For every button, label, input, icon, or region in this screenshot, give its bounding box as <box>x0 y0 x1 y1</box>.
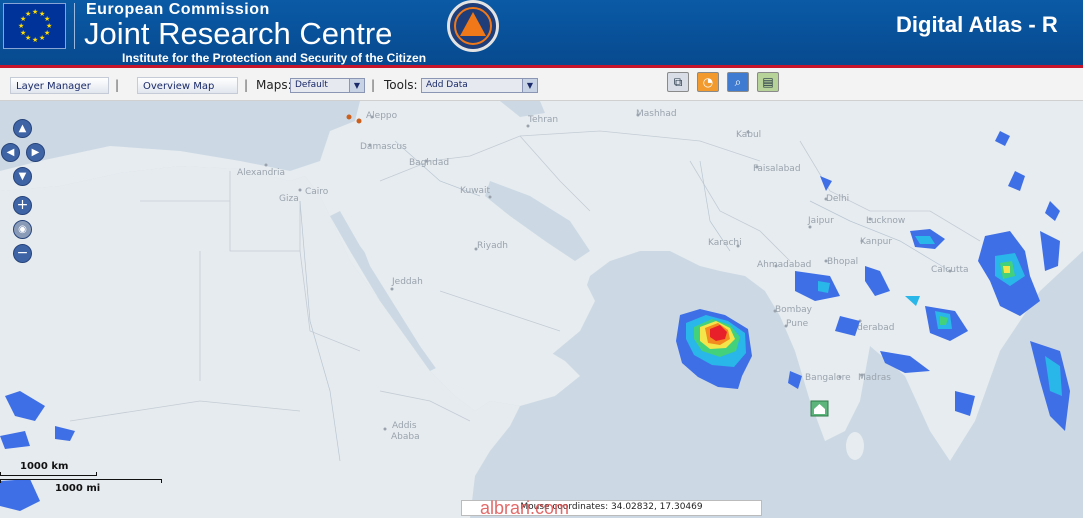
svg-text:Jaipur: Jaipur <box>807 216 834 226</box>
svg-text:Jeddah: Jeddah <box>391 277 423 287</box>
svg-text:Lucknow: Lucknow <box>866 216 905 226</box>
tools-label: Tools: <box>384 78 418 92</box>
overview-map-button[interactable]: Overview Map <box>137 77 238 94</box>
svg-text:Faisalabad: Faisalabad <box>753 164 801 174</box>
pan-right-button[interactable]: ▶ <box>26 143 45 162</box>
scale-mi-label: 1000 mi <box>55 483 101 494</box>
layer-manager-button[interactable]: Layer Manager <box>10 77 109 94</box>
toolbar-separator: | <box>244 78 249 92</box>
toolbar-separator: | <box>371 78 376 92</box>
civil-protection-emblem-icon <box>447 0 499 52</box>
eu-flag-logo: ★ ★ ★ ★ ★ ★ ★ ★ ★ ★ ★ ★ <box>3 3 66 49</box>
maps-label: Maps: <box>256 78 292 92</box>
institute-name: Institute for the Protection and Securit… <box>122 51 427 65</box>
svg-text:Cairo: Cairo <box>305 187 329 197</box>
toolbar-separator: | <box>115 78 120 92</box>
chevron-down-icon: ▼ <box>349 79 364 92</box>
maps-select-value: Default <box>295 80 328 90</box>
svg-text:Karachi: Karachi <box>708 238 742 248</box>
svg-text:Ababa: Ababa <box>391 432 420 442</box>
scale-km-bar <box>0 472 97 476</box>
svg-text:Calcutta: Calcutta <box>931 265 969 275</box>
scale-km-label: 1000 km <box>20 461 69 472</box>
svg-text:Damascus: Damascus <box>360 142 407 152</box>
tools-select[interactable]: Add Data ▼ <box>421 78 538 93</box>
zoom-search-icon[interactable]: ⌕ <box>727 72 749 92</box>
svg-text:Kuwait: Kuwait <box>460 186 491 196</box>
toolbar: Layer Manager | Overview Map | Maps: Def… <box>0 68 1083 101</box>
svg-text:Mashhad: Mashhad <box>636 109 677 119</box>
svg-text:Delhi: Delhi <box>826 194 849 204</box>
map-canvas[interactable]: Aleppo Tehran Mashhad Kabul Faisalabad D… <box>0 101 1083 518</box>
app-title: Digital Atlas - R <box>896 12 1058 37</box>
pan-left-button[interactable]: ◀ <box>1 143 20 162</box>
zoom-in-button[interactable]: + <box>13 196 32 215</box>
svg-text:Addis: Addis <box>392 421 417 431</box>
org-title: Joint Research Centre <box>84 16 393 51</box>
header-banner: ★ ★ ★ ★ ★ ★ ★ ★ ★ ★ ★ ★ European Commission Jo… <box>0 0 1083 68</box>
copy-icon[interactable]: ⧉ <box>667 72 689 92</box>
svg-text:Kabul: Kabul <box>736 130 761 140</box>
tools-select-value: Add Data <box>426 80 468 90</box>
svg-text:Riyadh: Riyadh <box>477 241 508 251</box>
svg-text:Bombay: Bombay <box>775 305 813 315</box>
svg-text:Baghdad: Baghdad <box>409 158 449 168</box>
svg-text:Alexandria: Alexandria <box>237 168 285 178</box>
svg-text:Kanpur: Kanpur <box>860 237 892 247</box>
pan-down-button[interactable]: ▼ <box>13 167 32 186</box>
maps-select[interactable]: Default ▼ <box>290 78 365 93</box>
svg-text:Madras: Madras <box>858 373 891 383</box>
zoom-world-button[interactable]: ◉ <box>13 220 32 239</box>
export-icon[interactable]: ▤ <box>757 72 779 92</box>
pan-up-button[interactable]: ▲ <box>13 119 32 138</box>
watermark: albrari.com <box>480 498 570 518</box>
svg-text:Giza: Giza <box>279 194 299 204</box>
svg-text:Ahmadabad: Ahmadabad <box>757 260 811 270</box>
svg-text:Tehran: Tehran <box>527 115 558 125</box>
chevron-down-icon: ▼ <box>522 79 537 92</box>
svg-text:Pune: Pune <box>786 319 809 329</box>
svg-text:Bangalore: Bangalore <box>805 373 851 383</box>
svg-text:Bhopal: Bhopal <box>827 257 858 267</box>
basemap: Aleppo Tehran Mashhad Kabul Faisalabad D… <box>0 101 1083 518</box>
rss-icon[interactable]: ◔ <box>697 72 719 92</box>
header-divider <box>74 3 75 49</box>
svg-text:Aleppo: Aleppo <box>366 111 398 121</box>
zoom-out-button[interactable]: − <box>13 244 32 263</box>
